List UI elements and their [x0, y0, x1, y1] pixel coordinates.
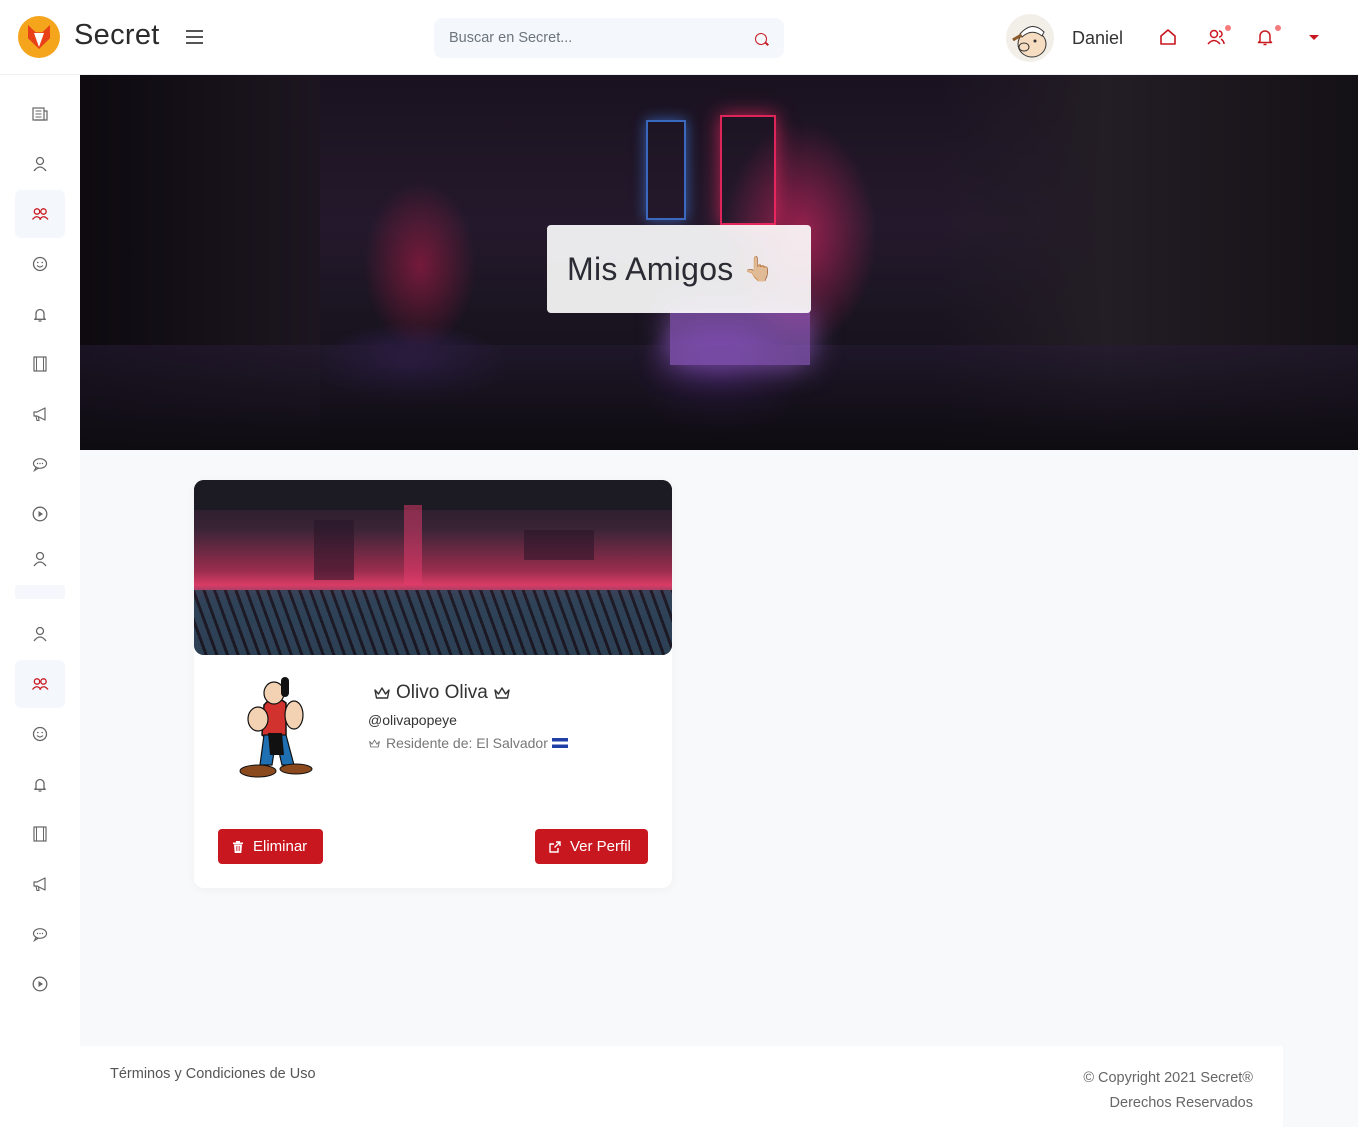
username-label[interactable]: Daniel	[1072, 28, 1123, 49]
play-circle-icon	[32, 976, 48, 992]
sidebar-item-chat[interactable]	[15, 440, 65, 488]
view-profile-label: Ver Perfil	[570, 838, 631, 855]
users-icon	[31, 208, 49, 220]
external-link-icon	[549, 840, 561, 853]
neon-sign-decoration	[720, 115, 776, 225]
friends-notification-dot	[1225, 25, 1231, 31]
search-box	[434, 18, 784, 58]
copyright-text: © Copyright 2021 Secret® Derechos Reserv…	[1083, 1066, 1253, 1116]
users-icon	[31, 678, 49, 690]
sidebar-item-bell[interactable]	[15, 290, 65, 338]
footer: Términos y Condiciones de Uso © Copyrigh…	[80, 1046, 1283, 1127]
megaphone-icon	[33, 877, 46, 892]
chat-icon	[32, 458, 48, 473]
search-input[interactable]	[434, 18, 734, 58]
sidebar-item-play-circle[interactable]	[15, 490, 65, 538]
sidebar-item-user[interactable]	[15, 535, 65, 583]
friend-name[interactable]: Olivo Oliva	[368, 682, 516, 704]
megaphone-icon	[33, 407, 46, 422]
sidebar-item-smile[interactable]	[15, 710, 65, 758]
crown-icon	[374, 687, 390, 699]
friends-icon[interactable]	[1206, 27, 1226, 47]
sidebar-item-users[interactable]	[15, 660, 65, 708]
crown-icon	[494, 687, 510, 699]
top-navbar: Secret Daniel	[0, 0, 1358, 75]
neon-sign-decoration	[646, 120, 686, 220]
page-title: Mis Amigos	[567, 250, 734, 287]
friend-avatar[interactable]	[224, 675, 324, 787]
friend-handle: @olivapopeye	[368, 712, 457, 728]
newspaper-icon	[32, 107, 48, 121]
sidebar-item-users[interactable]	[15, 190, 65, 238]
sidebar-separator	[15, 585, 65, 599]
pointing-up-emoji: 👆🏼	[743, 255, 774, 283]
sidebar-item-chat[interactable]	[15, 910, 65, 958]
bell-icon	[34, 778, 46, 792]
trash-icon	[233, 840, 243, 853]
sidebar-item-newspaper[interactable]	[15, 90, 65, 138]
terms-link[interactable]: Términos y Condiciones de Uso	[110, 1066, 316, 1082]
friend-cover-image	[194, 480, 672, 655]
sidebar-item-user[interactable]	[15, 140, 65, 188]
bell-icon[interactable]	[1255, 27, 1275, 47]
sidebar	[0, 75, 80, 1127]
smile-icon	[32, 256, 48, 272]
chat-icon	[32, 928, 48, 943]
sidebar-item-smile[interactable]	[15, 240, 65, 288]
notification-dot	[1275, 25, 1281, 31]
sidebar-item-film[interactable]	[15, 810, 65, 858]
sidebar-item-user[interactable]	[15, 610, 65, 658]
friend-residence-text: Residente de: El Salvador	[386, 735, 548, 751]
brand-logo[interactable]	[18, 16, 60, 58]
user-icon	[33, 156, 47, 172]
home-icon[interactable]	[1158, 27, 1178, 47]
play-circle-icon	[32, 506, 48, 522]
sidebar-item-megaphone[interactable]	[15, 860, 65, 908]
user-icon	[33, 551, 47, 567]
page-title-box: Mis Amigos 👆🏼	[547, 225, 811, 313]
hamburger-menu-icon[interactable]	[186, 30, 203, 44]
delete-friend-label: Eliminar	[253, 838, 308, 855]
film-icon	[33, 356, 47, 372]
sidebar-item-bell[interactable]	[15, 760, 65, 808]
popeye-avatar-icon	[1012, 26, 1047, 58]
chevron-down-icon[interactable]	[1309, 35, 1319, 40]
sidebar-item-megaphone[interactable]	[15, 390, 65, 438]
user-avatar[interactable]	[1006, 14, 1054, 62]
friend-residence: Residente de: El Salvador	[368, 735, 568, 751]
copyright-line: © Copyright 2021 Secret®	[1083, 1070, 1253, 1086]
brand-name[interactable]: Secret	[74, 19, 160, 52]
smile-icon	[32, 726, 48, 742]
sidebar-item-film[interactable]	[15, 340, 65, 388]
film-icon	[33, 826, 47, 842]
user-icon	[33, 626, 47, 642]
sidebar-item-play-circle[interactable]	[15, 960, 65, 1008]
crown-icon	[369, 739, 380, 747]
search-icon[interactable]	[755, 33, 767, 45]
el-salvador-flag-icon	[551, 738, 568, 748]
friend-name-text: Olivo Oliva	[396, 682, 488, 703]
bell-icon	[34, 308, 46, 322]
rights-line: Derechos Reservados	[1109, 1095, 1253, 1111]
view-profile-button[interactable]: Ver Perfil	[535, 829, 648, 864]
delete-friend-button[interactable]: Eliminar	[218, 829, 323, 864]
friend-card: Olivo Oliva @olivapopeye Residente de: E…	[194, 480, 672, 888]
